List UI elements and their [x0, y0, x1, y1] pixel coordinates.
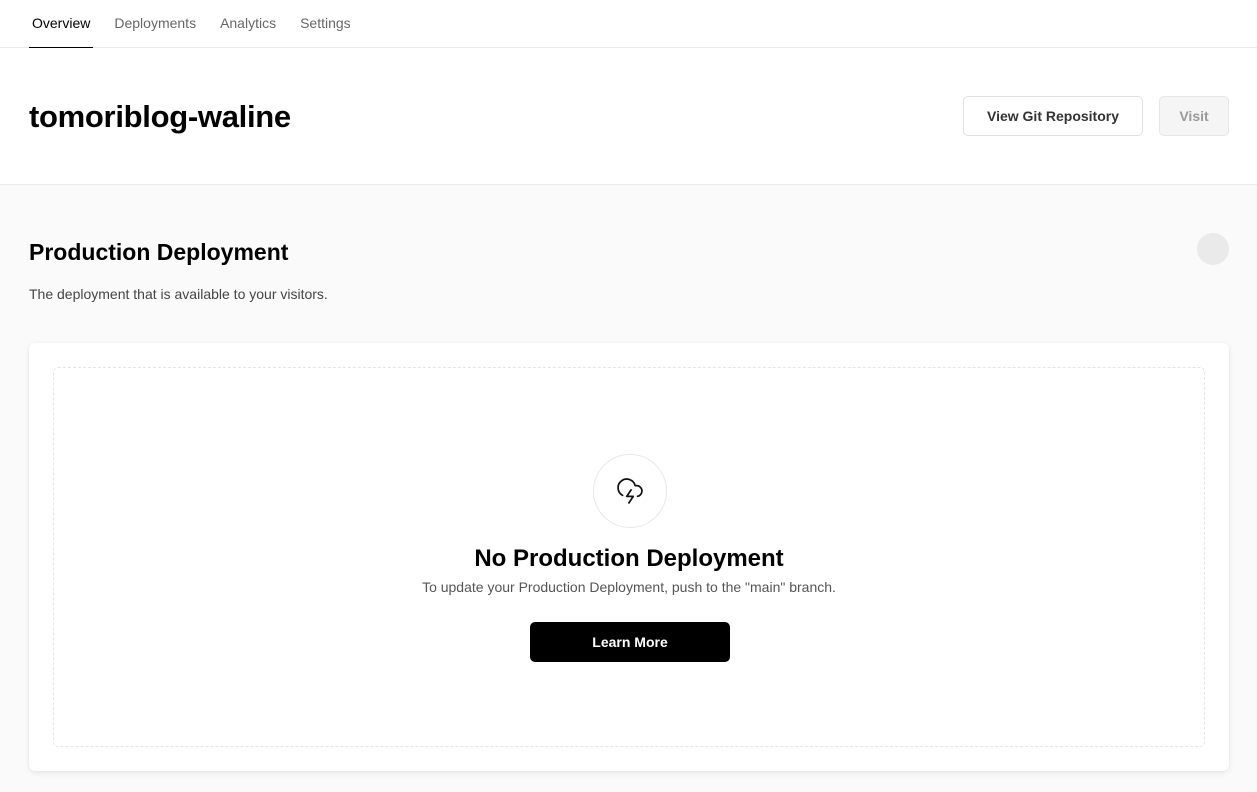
section-title: Production Deployment [29, 239, 289, 265]
cloud-lightning-icon [593, 454, 667, 528]
status-indicator [1197, 233, 1229, 265]
view-git-repository-button[interactable]: View Git Repository [963, 96, 1143, 136]
tab-deployments[interactable]: Deployments [111, 0, 199, 48]
project-title: tomoriblog-waline [29, 99, 291, 134]
learn-more-button[interactable]: Learn More [530, 622, 730, 662]
section-description: The deployment that is available to your… [29, 286, 328, 302]
empty-state: No Production Deployment To update your … [53, 367, 1205, 747]
production-deployment-card: No Production Deployment To update your … [29, 343, 1229, 771]
project-header: tomoriblog-waline View Git Repository Vi… [0, 48, 1257, 185]
tab-settings[interactable]: Settings [297, 0, 354, 48]
tab-analytics[interactable]: Analytics [217, 0, 279, 48]
tab-overview[interactable]: Overview [29, 0, 94, 49]
top-navigation: Overview Deployments Analytics Settings [0, 0, 1257, 49]
visit-button[interactable]: Visit [1159, 96, 1229, 136]
empty-state-title: No Production Deployment [474, 545, 784, 572]
tab-bar: Overview Deployments Analytics Settings [29, 0, 372, 49]
empty-state-description: To update your Production Deployment, pu… [422, 579, 836, 595]
